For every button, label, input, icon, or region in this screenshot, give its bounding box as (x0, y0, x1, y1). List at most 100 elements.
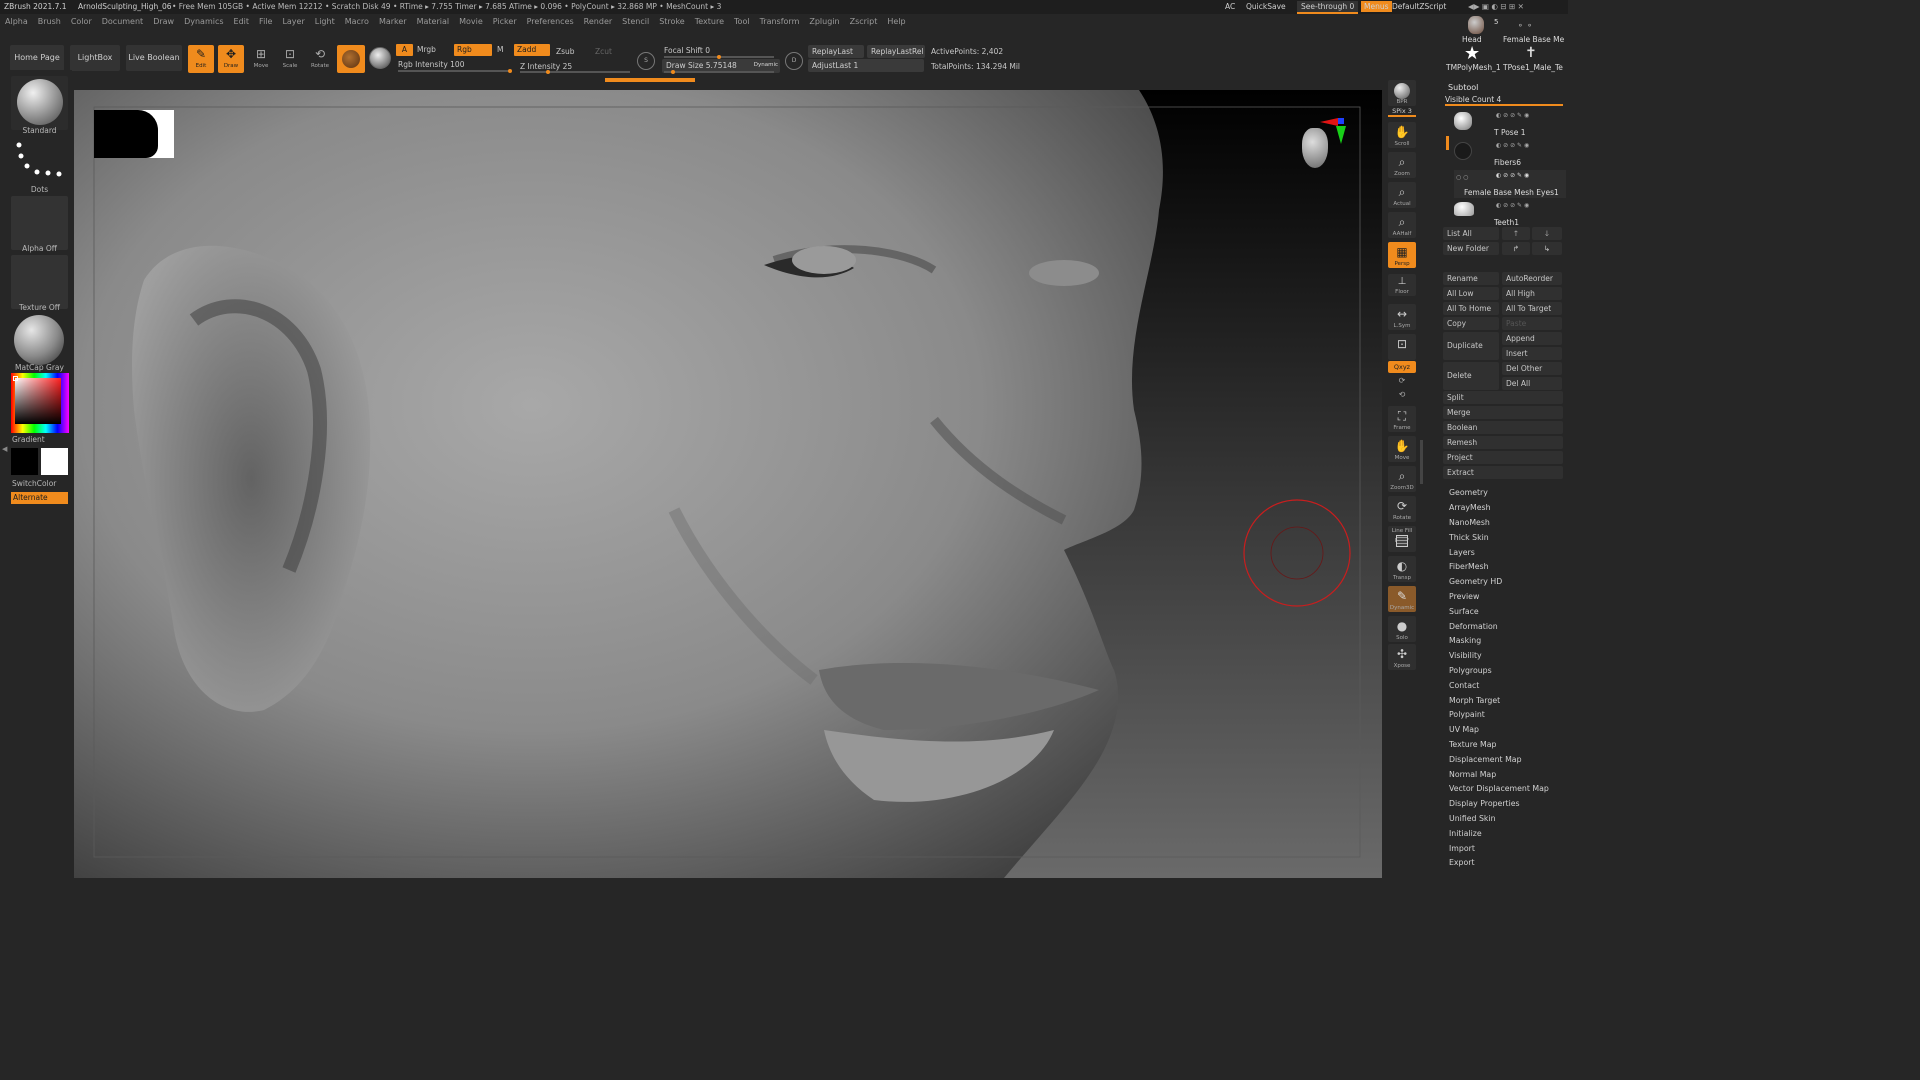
subtool-eyes-toggles-icon[interactable]: ◐ ⊘ ⊘ ✎ ◉ (1496, 172, 1529, 179)
subtool-item-fibers[interactable]: ◐ ⊘ ⊘ ✎ ◉ Fibers6 (1454, 140, 1566, 168)
live-boolean-button[interactable]: Live Boolean (126, 45, 182, 71)
subtool-item-head[interactable]: ◐ ⊘ ⊘ ✎ ◉ T Pose 1 (1454, 110, 1566, 138)
menu-document[interactable]: Document (97, 14, 148, 26)
subtool-header[interactable]: Subtool (1448, 83, 1478, 92)
rename-button[interactable]: Rename (1443, 272, 1499, 285)
qxyz-button[interactable]: Qxyz (1388, 361, 1416, 373)
menu-nanomesh[interactable]: NanoMesh (1449, 518, 1490, 527)
dynamic-button[interactable]: ✎ Dynamic (1388, 586, 1416, 612)
rotate-view-button[interactable]: ⟳ Rotate (1388, 496, 1416, 522)
rgb-button[interactable]: Rgb (454, 44, 492, 56)
menu-brush[interactable]: Brush (33, 14, 66, 26)
tool-tpose-thumb[interactable]: ✝ TPose1_Male_Te (1503, 45, 1567, 73)
menu-unified-skin[interactable]: Unified Skin (1449, 814, 1496, 823)
delete-button[interactable]: Delete (1443, 362, 1499, 390)
menu-polypaint[interactable]: Polypaint (1449, 710, 1485, 719)
a-button[interactable]: A (396, 44, 413, 56)
menu-export[interactable]: Export (1449, 858, 1475, 867)
xpose-button[interactable]: ✣ Xpose (1388, 644, 1416, 670)
menu-draw[interactable]: Draw (148, 14, 179, 26)
all-high-button[interactable]: All High (1502, 287, 1562, 300)
stroke-thumbnail[interactable] (11, 136, 68, 190)
menu-alpha[interactable]: Alpha (0, 14, 33, 26)
zcut-button[interactable]: Zcut (595, 47, 612, 56)
subtool-fibers-toggles-icon[interactable]: ◐ ⊘ ⊘ ✎ ◉ (1496, 142, 1529, 149)
persp-button[interactable]: ▦ Persp (1388, 242, 1416, 268)
extract-menu[interactable]: Extract (1443, 466, 1563, 479)
menu-edit[interactable]: Edit (229, 14, 255, 26)
copy-button[interactable]: Copy (1443, 317, 1499, 330)
auto-reorder-button[interactable]: AutoReorder (1502, 272, 1562, 285)
subtool-item-teeth[interactable]: ◐ ⊘ ⊘ ✎ ◉ Teeth1 (1454, 200, 1566, 228)
canvas-viewport[interactable] (74, 90, 1382, 878)
window-controls-icon[interactable]: ◀▶ ▣ ◐ ⊟ ⊞ ✕ (1468, 2, 1524, 11)
split-menu[interactable]: Split (1443, 391, 1563, 404)
actual-button[interactable]: ⌕ Actual (1388, 182, 1416, 208)
list-all-button[interactable]: List All (1443, 227, 1499, 240)
menu-surface[interactable]: Surface (1449, 607, 1479, 616)
menu-vector-displacement-map[interactable]: Vector Displacement Map (1449, 784, 1549, 793)
insert-button[interactable]: Insert (1502, 347, 1562, 360)
menu-picker[interactable]: Picker (488, 14, 522, 26)
del-all-button[interactable]: Del All (1502, 377, 1562, 390)
texture-thumbnail[interactable] (11, 255, 68, 309)
append-button[interactable]: Append (1502, 332, 1562, 345)
paste-button[interactable]: Paste (1502, 317, 1562, 330)
menu-zplugin[interactable]: Zplugin (804, 14, 844, 26)
primary-color-swatch[interactable] (41, 448, 68, 475)
line-fill-polyf-button[interactable]: Line Fill PolyF (1388, 526, 1416, 552)
draw-button[interactable]: ✥ Draw (218, 45, 244, 73)
solo-button[interactable]: ● Solo (1388, 616, 1416, 642)
lsym-button[interactable]: ↔ L.Sym (1388, 304, 1416, 330)
color-square[interactable] (15, 378, 61, 424)
menu-geometry[interactable]: Geometry (1449, 488, 1488, 497)
menu-dynamics[interactable]: Dynamics (179, 14, 228, 26)
alternate-button[interactable]: Alternate (11, 492, 68, 504)
visible-count-slider[interactable]: Visible Count 4 (1445, 95, 1563, 106)
menu-masking[interactable]: Masking (1449, 636, 1481, 645)
folder-up-icon[interactable]: ↱ (1502, 242, 1530, 255)
menu-visibility[interactable]: Visibility (1449, 651, 1482, 660)
duplicate-button[interactable]: Duplicate (1443, 332, 1499, 360)
menu-file[interactable]: File (254, 14, 277, 26)
menu-preview[interactable]: Preview (1449, 592, 1479, 601)
menu-preferences[interactable]: Preferences (522, 14, 579, 26)
bpr-button[interactable]: BPR (1388, 80, 1416, 106)
menu-contact[interactable]: Contact (1449, 681, 1479, 690)
menu-polygroups[interactable]: Polygroups (1449, 666, 1492, 675)
move-down-arrow-icon[interactable]: 🡓 (1532, 227, 1562, 240)
menu-stencil[interactable]: Stencil (617, 14, 654, 26)
lightbox-button[interactable]: LightBox (70, 45, 120, 71)
zoom3d-button[interactable]: ⌕ Zoom3D (1388, 466, 1416, 492)
material-swatch-button[interactable] (337, 45, 365, 73)
spix-slider[interactable]: SPix 3 (1388, 107, 1416, 117)
brush-thumbnail[interactable] (11, 76, 68, 130)
focal-shift-slider[interactable] (664, 55, 774, 59)
move-up-arrow-icon[interactable]: 🡑 (1502, 227, 1530, 240)
rotate-z-icon[interactable]: ⟲ (1388, 390, 1416, 399)
draw-size-slider[interactable] (664, 70, 774, 74)
see-through-slider[interactable]: See-through 0 (1297, 1, 1359, 14)
tool-female-thumb[interactable]: ⚬ ⚬ Female Base Me (1503, 16, 1565, 46)
menu-thick-skin[interactable]: Thick Skin (1449, 533, 1489, 542)
menu-color[interactable]: Color (66, 14, 97, 26)
project-menu[interactable]: Project (1443, 451, 1563, 464)
menu-stroke[interactable]: Stroke (654, 14, 690, 26)
new-folder-button[interactable]: New Folder (1443, 242, 1499, 255)
menu-render[interactable]: Render (579, 14, 617, 26)
del-other-button[interactable]: Del Other (1502, 362, 1562, 375)
menu-uv-map[interactable]: UV Map (1449, 725, 1479, 734)
navigation-gizmo[interactable] (1292, 118, 1346, 186)
menu-layers[interactable]: Layers (1449, 548, 1475, 557)
color-mode-icon[interactable] (369, 47, 391, 69)
replay-last-button[interactable]: ReplayLast (808, 45, 864, 58)
folder-down-icon[interactable]: ↳ (1532, 242, 1562, 255)
frame-button[interactable]: ⛶ Frame (1388, 406, 1416, 432)
edit-button[interactable]: ✎ Edit (188, 45, 214, 73)
preview-thumbnail[interactable] (94, 110, 174, 158)
menu-material[interactable]: Material (412, 14, 455, 26)
menu-display-properties[interactable]: Display Properties (1449, 799, 1520, 808)
zoom-button[interactable]: ⌕ Zoom (1388, 152, 1416, 178)
rotate-button[interactable]: ⟲ Rotate (307, 45, 333, 73)
menu-transform[interactable]: Transform (755, 14, 805, 26)
